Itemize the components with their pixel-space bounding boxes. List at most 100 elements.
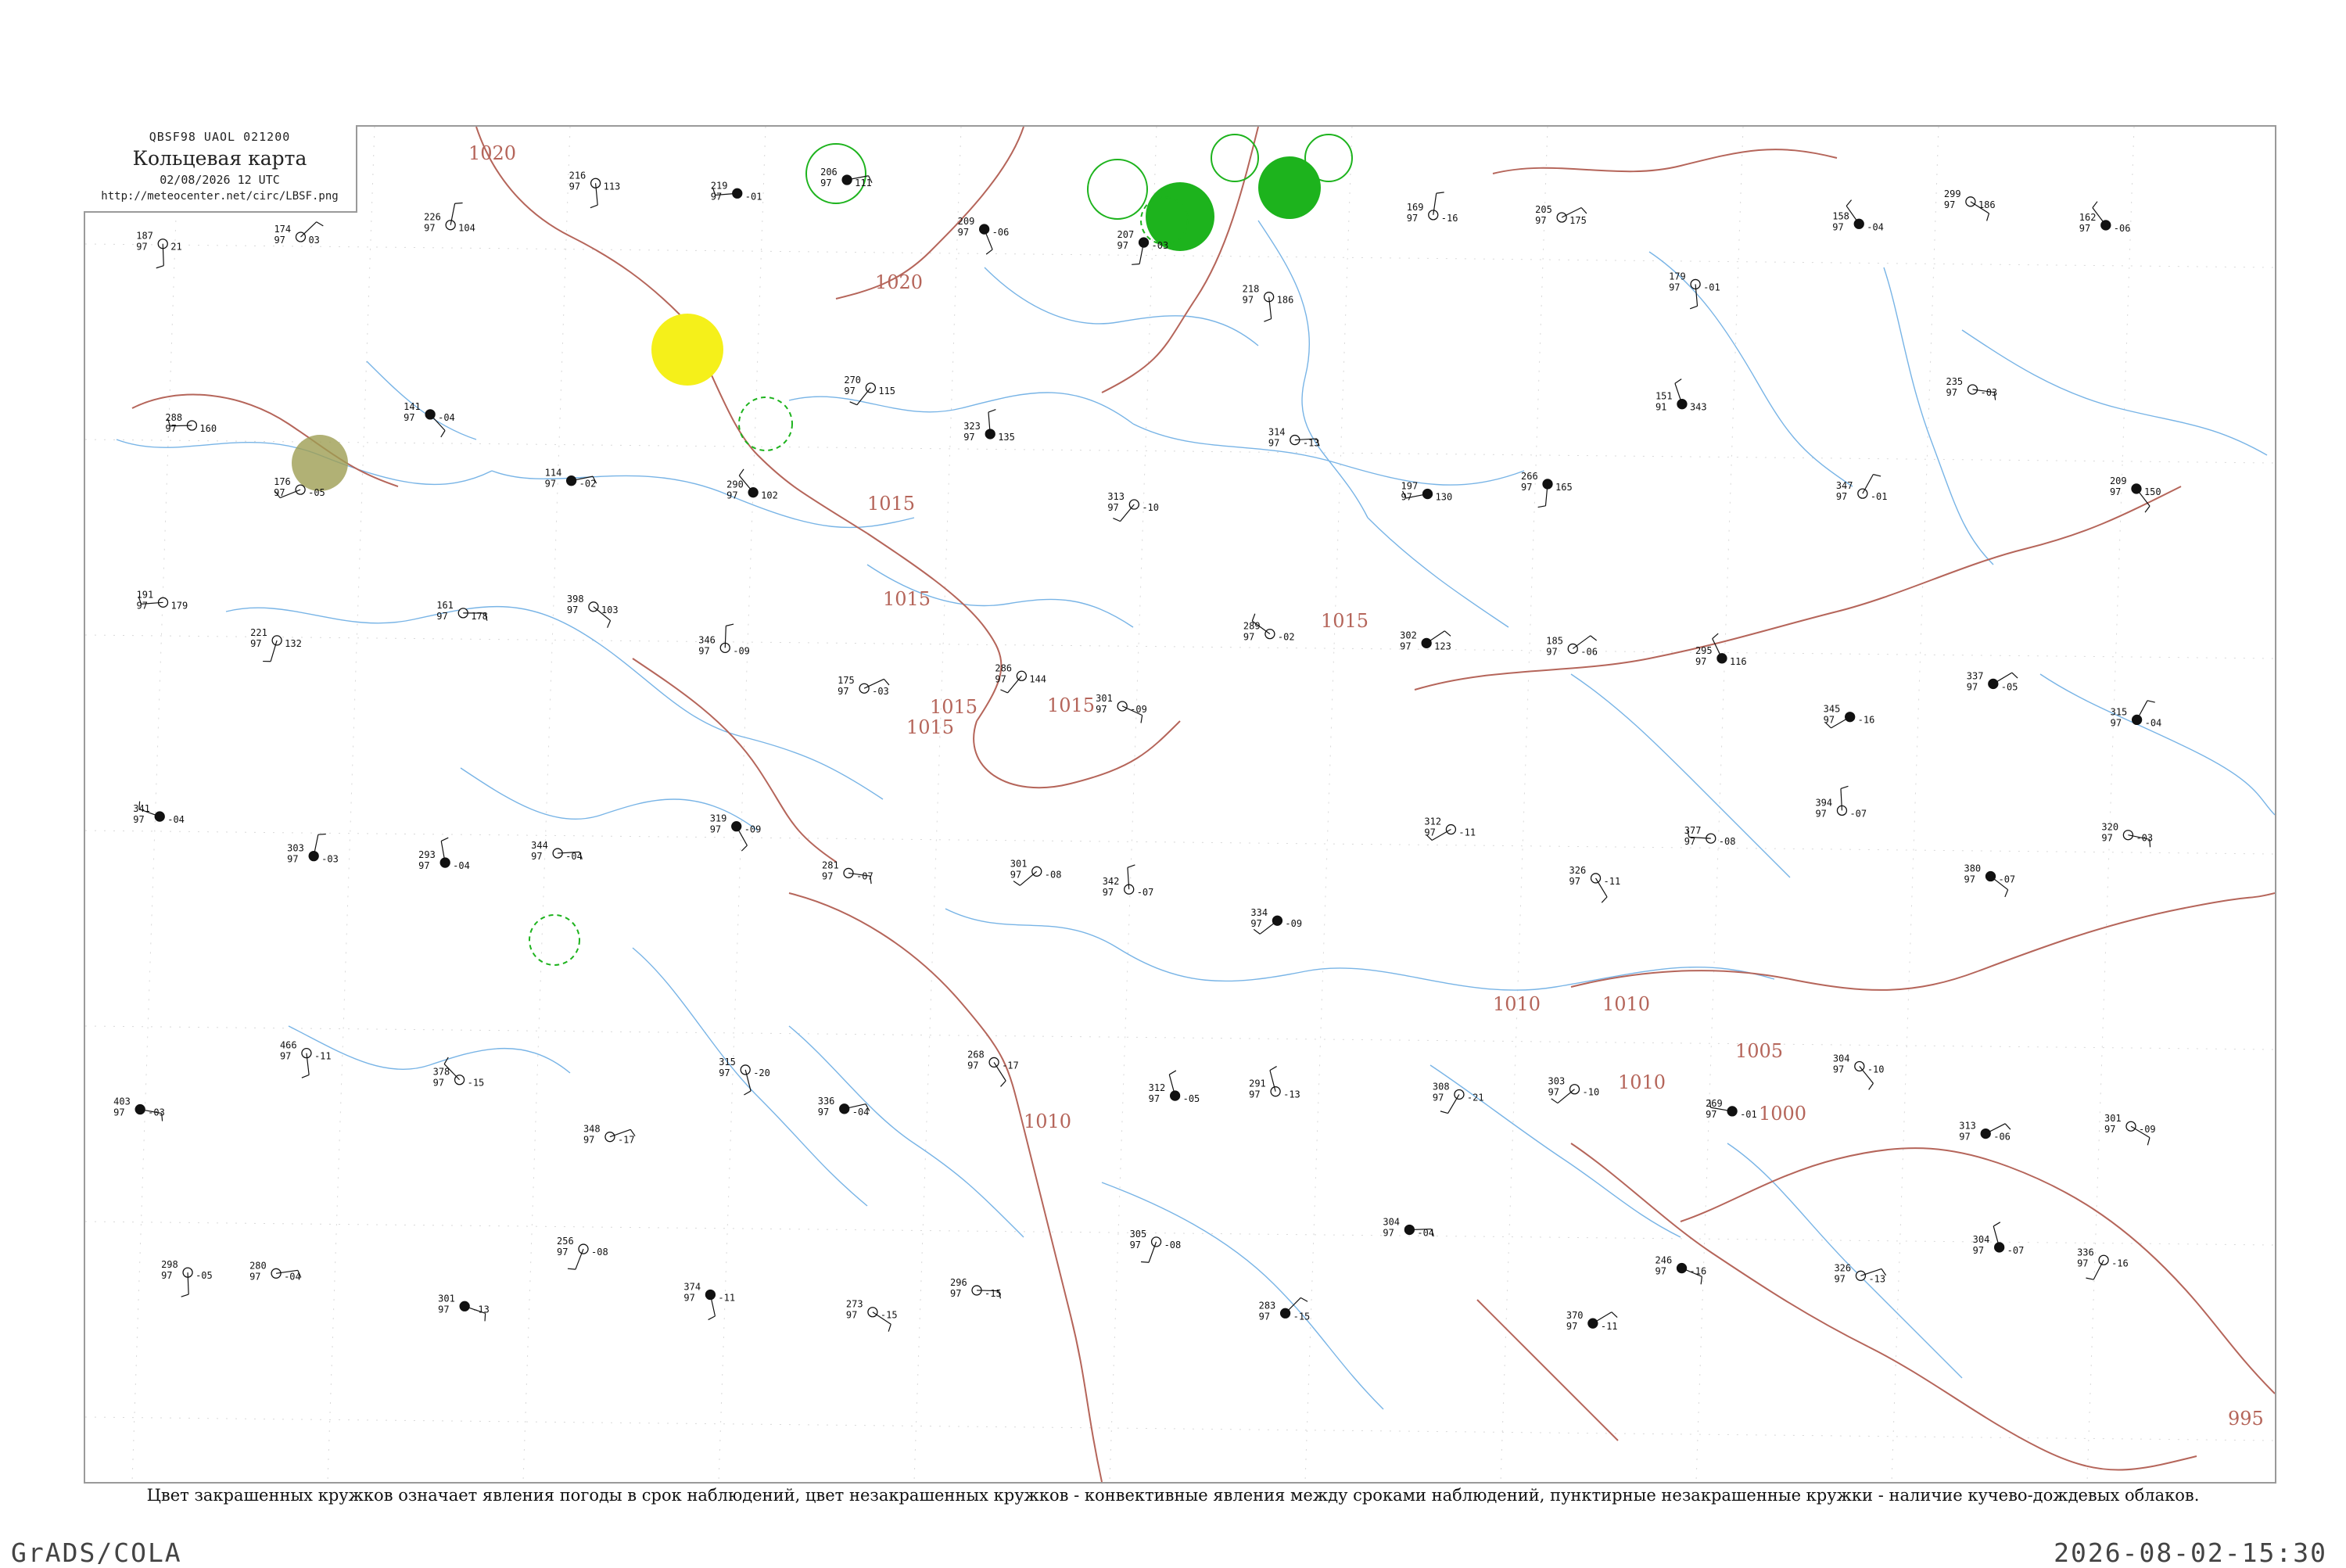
- station-temp: 303: [1548, 1076, 1566, 1087]
- station-temp: 304: [1383, 1216, 1400, 1227]
- station-value: -07: [1998, 874, 2015, 885]
- station-circle: [135, 1105, 145, 1114]
- river-14: [1102, 1182, 1383, 1409]
- river-20: [1571, 674, 1790, 877]
- station-pressure-tendency: 97: [1964, 874, 1975, 885]
- station-value: -05: [2001, 681, 2018, 692]
- station-temp: 197: [1401, 481, 1419, 492]
- station-pressure-tendency: 97: [2111, 717, 2122, 728]
- station-pressure-tendency: 91: [1655, 402, 1666, 413]
- station-temp: 219: [711, 180, 728, 191]
- isobar-16: [2009, 1167, 2275, 1394]
- station-value: 111: [855, 178, 872, 188]
- isobar-label: 1015: [906, 716, 954, 738]
- station-plot: 29597116: [1695, 633, 1747, 667]
- station-temp: 346: [698, 634, 716, 645]
- station-pressure-tendency: 97: [950, 1288, 961, 1299]
- station-plot: 34197-04: [133, 802, 185, 825]
- station-pressure-tendency: 97: [818, 1107, 829, 1118]
- station-plot: 16297-06: [2079, 202, 2131, 234]
- isobar-label: 1005: [1735, 1040, 1783, 1062]
- station-plot: 28197-07: [822, 859, 873, 884]
- station-pressure-tendency: 97: [2077, 1258, 2088, 1268]
- station-pressure-tendency: 97: [963, 432, 974, 443]
- station-temp: 114: [545, 468, 562, 479]
- wind-barb-feather: [608, 621, 611, 628]
- isobar-label: 1010: [1024, 1111, 1071, 1132]
- map-datetime: 02/08/2026 12 UTC: [84, 173, 356, 187]
- isobar-label: 1000: [1759, 1103, 1806, 1125]
- river-16: [289, 1026, 570, 1073]
- wind-barb: [1121, 504, 1135, 522]
- station-value: -03: [321, 854, 339, 865]
- isobar-18: [1102, 127, 1258, 393]
- station-pressure-tendency: 97: [1424, 827, 1435, 838]
- station-pressure-tendency: 97: [438, 1304, 449, 1315]
- station-pressure-tendency: 97: [424, 223, 435, 234]
- wind-barb-feather: [302, 1075, 309, 1078]
- wind-barb-feather: [741, 845, 747, 851]
- wind-barb-feather: [888, 1324, 891, 1332]
- station-pressure-tendency: 97: [1546, 646, 1557, 657]
- station-value: -16: [1441, 213, 1458, 224]
- station-value: -10: [1142, 502, 1159, 513]
- station-temp: 187: [136, 231, 153, 242]
- station-pressure-tendency: 97: [719, 1067, 730, 1078]
- river-23: [367, 361, 476, 440]
- station-value: -20: [753, 1067, 770, 1078]
- wind-barb-feather: [1000, 690, 1007, 693]
- station-value: -07: [1137, 887, 1154, 898]
- map-url[interactable]: http://meteocenter.net/circ/LBSF.png: [84, 190, 356, 203]
- station-temp: 270: [844, 375, 861, 386]
- station-plot: 38097-07: [1964, 863, 2015, 897]
- wind-barb-feather: [2005, 890, 2008, 897]
- station-plot: 20597175: [1535, 204, 1587, 226]
- station-pressure-tendency: 97: [274, 487, 285, 498]
- station-circle: [1858, 489, 1867, 498]
- station-value: -11: [1604, 876, 1621, 887]
- station-pressure-tendency: 97: [710, 824, 721, 835]
- station-temp: 207: [1117, 229, 1135, 240]
- station-temp: 296: [950, 1277, 967, 1288]
- station-temp: 226: [424, 212, 441, 223]
- station-plot: 33697-16: [2077, 1247, 2129, 1279]
- station-value: 102: [761, 490, 778, 501]
- station-value: -06: [992, 227, 1010, 238]
- station-value: -08: [1164, 1240, 1182, 1250]
- wind-barb-feather: [744, 1091, 751, 1095]
- station-value: -11: [1458, 827, 1476, 838]
- station-pressure-tendency: 97: [1834, 1273, 1845, 1284]
- phenomenon-circle-green: [1258, 156, 1321, 219]
- river-3: [586, 635, 883, 799]
- wind-barb-feather: [1581, 207, 1587, 213]
- station-value: -10: [1583, 1087, 1600, 1098]
- station-value: -09: [1130, 704, 1147, 715]
- station-value: 132: [285, 638, 302, 649]
- station-plots: 18797211749703226971042169711321997-0120…: [113, 167, 2161, 1332]
- station-temp: 394: [1815, 797, 1832, 808]
- isobar-17: [132, 395, 398, 486]
- station-temp: 314: [1268, 427, 1286, 438]
- station-pressure-tendency: 97: [287, 854, 298, 865]
- station-value: 116: [1730, 656, 1747, 667]
- isobar-15: [1681, 1148, 2009, 1222]
- station-plot: 31397-06: [1959, 1121, 2011, 1143]
- station-pressure-tendency: 97: [1130, 1240, 1141, 1250]
- station-plot: 25697-08: [557, 1236, 608, 1269]
- station-plot: 17597-03: [838, 675, 889, 697]
- station-plot: 28397-15: [1259, 1297, 1311, 1322]
- station-temp: 273: [846, 1299, 863, 1310]
- station-value: -03: [1152, 240, 1169, 251]
- station-value: 135: [998, 432, 1015, 443]
- phenomenon-circle-green: [739, 397, 792, 450]
- station-plot: 34497-04: [531, 840, 583, 862]
- station-temp: 342: [1103, 876, 1120, 887]
- station-pressure-tendency: 97: [1569, 876, 1580, 887]
- phenomenon-circle-green: [529, 915, 579, 965]
- station-circle: [2123, 831, 2133, 840]
- station-temp: 162: [2079, 212, 2097, 223]
- river-9: [1884, 267, 1993, 565]
- station-value: 186: [1978, 199, 1996, 210]
- station-plot: 32397135: [963, 410, 1015, 443]
- wind-barb: [1008, 676, 1022, 693]
